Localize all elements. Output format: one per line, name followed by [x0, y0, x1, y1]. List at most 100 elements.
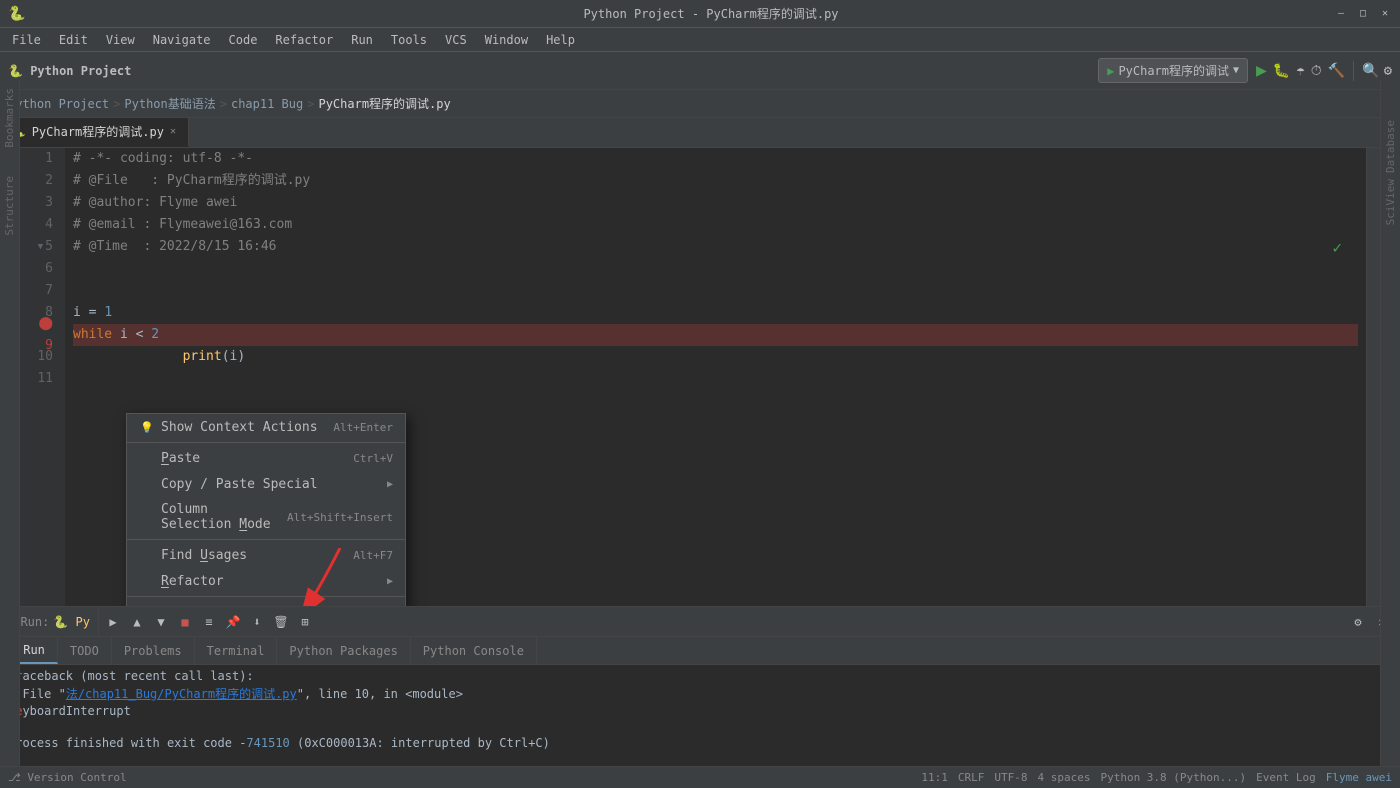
project-label[interactable]: 🐍 Python Project: [8, 64, 131, 78]
status-user: Flyme awei: [1326, 771, 1392, 784]
bookmarks-panel-label[interactable]: Bookmarks: [3, 84, 16, 152]
build-button[interactable]: 🔨: [1328, 63, 1345, 79]
ctx-folding[interactable]: Folding ▶: [127, 599, 405, 606]
run-clear-button[interactable]: 🗑: [271, 612, 291, 632]
run-config-selector[interactable]: ▶ PyCharm程序的调试 ▼: [1098, 58, 1248, 83]
search-button[interactable]: 🔍: [1362, 63, 1379, 79]
tab-problems[interactable]: Problems: [112, 637, 195, 664]
context-actions-icon: 💡: [139, 419, 155, 435]
copy-paste-icon: [139, 476, 155, 492]
structure-panel-label[interactable]: Structure: [3, 172, 16, 240]
minimize-button[interactable]: —: [1334, 7, 1348, 21]
code-line-9: while i < 2: [73, 324, 1358, 346]
run-output-line-4: [8, 720, 1392, 734]
run-config-name: PyCharm程序的调试: [1118, 62, 1229, 79]
status-python-version[interactable]: Python 3.8 (Python...): [1100, 771, 1246, 784]
breadcrumb-basics[interactable]: Python基础语法: [124, 95, 215, 112]
tab-label: PyCharm程序的调试.py: [32, 123, 164, 140]
menu-file[interactable]: File: [4, 31, 49, 49]
code-line-8: i = 1: [73, 302, 1358, 324]
coverage-button[interactable]: ☂: [1296, 63, 1304, 79]
tab-todo[interactable]: TODO: [58, 637, 112, 664]
find-usages-icon: [139, 547, 155, 563]
run-sort-button[interactable]: ⬇: [247, 612, 267, 632]
editor-area[interactable]: 1 2 3 4 ▼5 6 7 8 ⬤ 9 10 11 # -*- coding:…: [20, 148, 1366, 606]
menu-window[interactable]: Window: [477, 31, 536, 49]
ctx-show-context-actions[interactable]: 💡 Show Context Actions Alt+Enter: [127, 414, 405, 440]
menu-edit[interactable]: Edit: [51, 31, 96, 49]
status-position[interactable]: 11:1: [921, 771, 948, 784]
menu-vcs[interactable]: VCS: [437, 31, 475, 49]
title-bar: 🐍 Python Project - PyCharm程序的调试.py — □ ✕: [0, 0, 1400, 28]
tab-close-button[interactable]: ✕: [170, 126, 176, 137]
run-button[interactable]: ▶: [1256, 60, 1267, 81]
menu-help[interactable]: Help: [538, 31, 583, 49]
maximize-button[interactable]: □: [1356, 7, 1370, 21]
settings-button[interactable]: ⚙: [1384, 63, 1392, 79]
tab-main-file[interactable]: 🐍 PyCharm程序的调试.py ✕: [0, 118, 189, 147]
run-settings-button[interactable]: ⚙: [1348, 612, 1368, 632]
code-line-7: [73, 280, 1358, 302]
breadcrumb-bar: Python Project > Python基础语法 > chap11 Bug…: [0, 90, 1400, 118]
vcs-icon: ⎇: [8, 771, 21, 784]
tab-bar: 🐍 PyCharm程序的调试.py ✕: [0, 118, 1400, 148]
debug-button[interactable]: 🐛: [1273, 63, 1290, 79]
menu-tools[interactable]: Tools: [383, 31, 435, 49]
code-line-2: # @File : PyCharm程序的调试.py: [73, 170, 1358, 192]
run-stop-button[interactable]: ■: [175, 612, 195, 632]
ctx-separator-1: [127, 442, 405, 443]
code-line-11: [73, 368, 1358, 390]
sciview-panel-label[interactable]: SciView: [1384, 179, 1397, 225]
menu-run[interactable]: Run: [343, 31, 381, 49]
line-numbers: 1 2 3 4 ▼5 6 7 8 ⬤ 9 10 11: [20, 148, 65, 606]
profile-button[interactable]: ⏱: [1311, 63, 1322, 79]
tab-python-console[interactable]: Python Console: [411, 637, 537, 664]
ctx-column-selection[interactable]: Column Selection Mode Alt+Shift+Insert: [127, 497, 405, 537]
folding-icon: [139, 604, 155, 606]
run-fold-button[interactable]: ⊞: [295, 612, 315, 632]
run-output-line-1: Traceback (most recent call last):: [8, 669, 1392, 683]
run-panel-label: Run:: [20, 615, 49, 629]
ctx-separator-3: [127, 596, 405, 597]
close-button[interactable]: ✕: [1378, 7, 1392, 21]
tab-terminal[interactable]: Terminal: [195, 637, 278, 664]
run-down-button[interactable]: ▼: [151, 612, 171, 632]
status-line-ending[interactable]: CRLF: [958, 771, 985, 784]
database-panel-label[interactable]: Database: [1384, 120, 1397, 173]
tab-python-packages[interactable]: Python Packages: [277, 637, 410, 664]
error-file-link[interactable]: 法/chap11_Bug/PyCharm程序的调试.py: [66, 687, 297, 701]
ctx-refactor[interactable]: Refactor ▶: [127, 568, 405, 594]
run-scroll-button[interactable]: ≡: [199, 612, 219, 632]
menu-view[interactable]: View: [98, 31, 143, 49]
editor-scrollbar[interactable]: [1366, 148, 1380, 606]
run-pin-button[interactable]: 📌: [223, 612, 243, 632]
app-icon: 🐍: [8, 6, 25, 22]
menu-code[interactable]: Code: [221, 31, 266, 49]
paste-icon: [139, 450, 155, 466]
left-side-panel: Bookmarks Structure: [0, 80, 20, 766]
status-bar: ⎇ Version Control 11:1 CRLF UTF-8 4 spac…: [0, 766, 1400, 788]
breadcrumb-chap11[interactable]: chap11 Bug: [231, 97, 303, 111]
status-encoding[interactable]: UTF-8: [994, 771, 1027, 784]
menu-navigate[interactable]: Navigate: [145, 31, 219, 49]
breadcrumb-current-file: PyCharm程序的调试.py: [318, 95, 450, 112]
breadcrumb-project[interactable]: Python Project: [8, 97, 109, 111]
run-output-line-5: Process finished with exit code -741510 …: [8, 736, 1392, 750]
menu-refactor[interactable]: Refactor: [267, 31, 341, 49]
ctx-copy-paste-special[interactable]: Copy / Paste Special ▶: [127, 471, 405, 497]
code-line-5: # @Time : 2022/8/15 16:46: [73, 236, 1358, 258]
status-indent[interactable]: 4 spaces: [1037, 771, 1090, 784]
run-up-button[interactable]: ▲: [127, 612, 147, 632]
ctx-find-usages[interactable]: Find Usages Alt+F7: [127, 542, 405, 568]
run-output: Traceback (most recent call last): File …: [0, 665, 1400, 766]
bottom-tabs: ▶ Run TODO Problems Terminal Python Pack…: [0, 637, 1400, 665]
refactor-icon: [139, 573, 155, 589]
status-event-log[interactable]: Event Log: [1256, 771, 1316, 784]
window-title: Python Project - PyCharm程序的调试.py: [88, 5, 1334, 22]
code-line-1: # -*- coding: utf-8 -*-: [73, 148, 1358, 170]
run-rerun-button[interactable]: ▶: [103, 612, 123, 632]
run-output-line-2: File "法/chap11_Bug/PyCharm程序的调试.py", lin…: [8, 685, 1392, 702]
ctx-paste[interactable]: Paste Ctrl+V: [127, 445, 405, 471]
toolbar: 🐍 Python Project ▶ PyCharm程序的调试 ▼ ▶ 🐛 ☂ …: [0, 52, 1400, 90]
status-vcs[interactable]: ⎇ Version Control: [8, 771, 127, 784]
